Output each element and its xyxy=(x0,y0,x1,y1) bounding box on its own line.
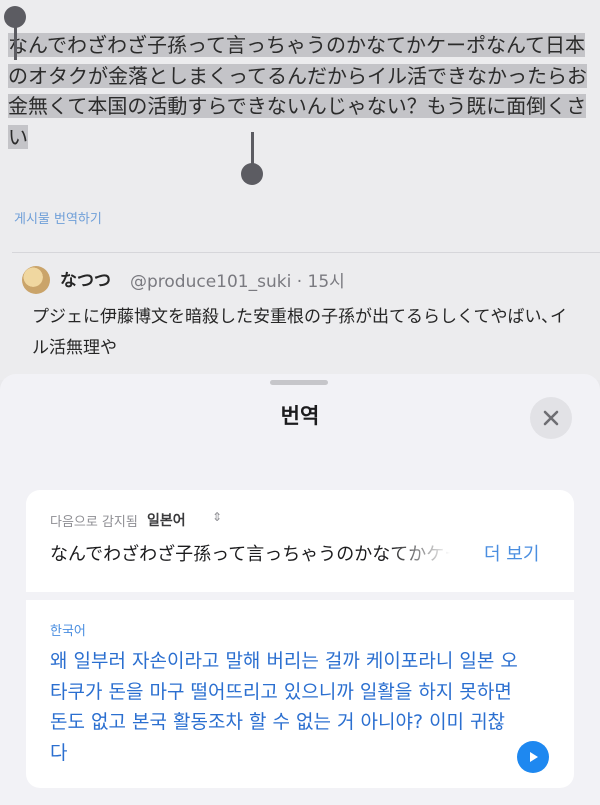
selection-start-handle[interactable] xyxy=(4,6,26,28)
post-text[interactable]: なんでわざわざ子孫って言っちゃうのかなてかケーポなんて日本のオタクが金落としまく… xyxy=(8,30,590,152)
close-icon xyxy=(543,410,559,426)
detected-language-label: 다음으로 감지됨 xyxy=(50,515,138,530)
sheet-grabber[interactable] xyxy=(270,380,328,385)
target-language-label[interactable]: 한국어 xyxy=(50,620,86,639)
quoted-post-text: プジェに伊藤博文を暗殺した安重根の子孫が出てるらしくてやばい､イル活無理や xyxy=(32,307,567,358)
avatar[interactable] xyxy=(22,266,50,294)
play-icon xyxy=(530,752,538,762)
quoted-user-name: なつつ xyxy=(60,271,111,291)
sheet-title: 번역 xyxy=(280,404,320,428)
selection-end-handle[interactable] xyxy=(241,163,263,185)
play-button[interactable] xyxy=(517,741,549,773)
source-language-selector[interactable]: 일본어 xyxy=(147,510,186,530)
chevron-up-down-icon[interactable]: ⇕ xyxy=(212,510,222,524)
translated-text: 왜 일부러 자손이라고 말해 버리는 걸까 케이포라니 일본 오타쿠가 돈을 마… xyxy=(50,650,518,764)
source-text: なんでわざわざ子孫って言っちゃうのかなてかケーポなんて xyxy=(50,544,450,565)
selected-text[interactable]: なんでわざわざ子孫って言っちゃうのかなてかケーポなんて日本のオタクが金落としまく… xyxy=(8,33,587,149)
quoted-user-handle: @produce101_suki · 15시 xyxy=(130,272,345,292)
more-button[interactable]: 더 보기 xyxy=(484,540,539,566)
close-button[interactable] xyxy=(530,397,572,439)
translate-post-link[interactable]: 게시물 번역하기 xyxy=(14,208,102,227)
